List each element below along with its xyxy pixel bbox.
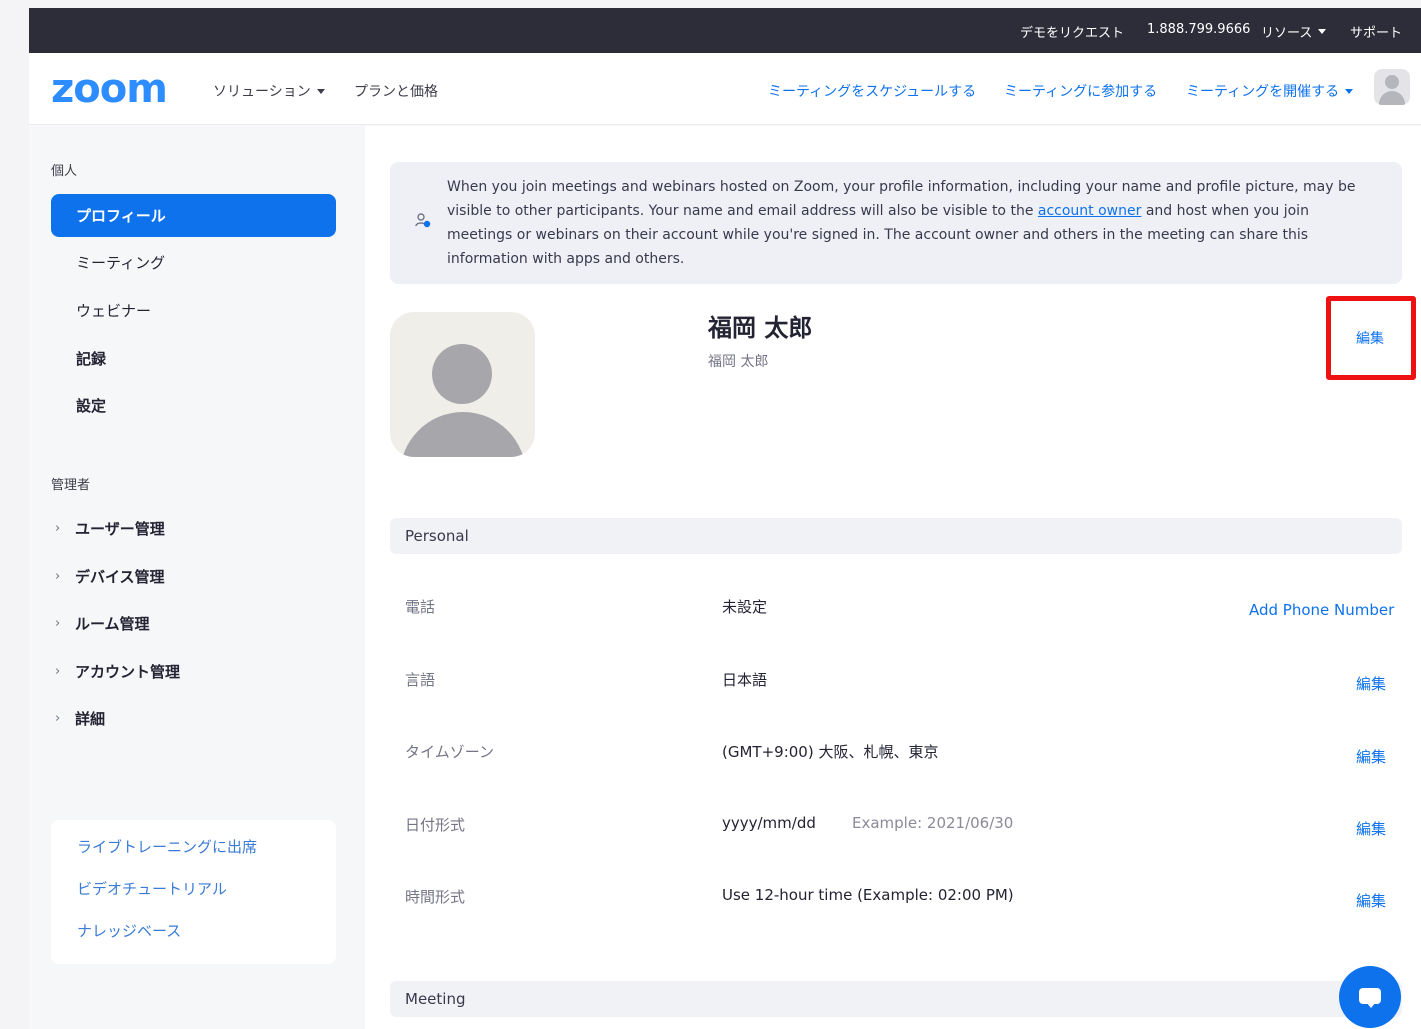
participants-icon — [415, 213, 431, 228]
join-meeting-link[interactable]: ミーティングに参加する — [1004, 81, 1157, 101]
sidebar-item-label: 詳細 — [75, 710, 106, 728]
chat-bubble-tail — [1366, 1002, 1376, 1008]
host-meeting-menu[interactable]: ミーティングを開催する — [1186, 81, 1354, 101]
sidebar-item-room-management[interactable]: › ルーム管理 — [55, 613, 150, 634]
support-link[interactable]: サポート — [1350, 22, 1402, 41]
profile-head-shape — [432, 344, 492, 404]
top-utility-bar: デモをリクエスト 1.888.799.9666 リソース サポート — [29, 8, 1421, 53]
sales-phone-link[interactable]: 1.888.799.9666 — [1147, 22, 1250, 37]
sidebar-item-recordings[interactable]: 記録 — [51, 337, 336, 380]
date-format-label: 日付形式 — [405, 816, 466, 834]
sidebar-item-user-management[interactable]: › ユーザー管理 — [55, 518, 165, 539]
sidebar-item-device-management[interactable]: › デバイス管理 — [55, 566, 165, 587]
caret-down-icon — [316, 88, 325, 94]
zoom-logo[interactable]: zoom — [51, 69, 168, 109]
profile-body-shape — [400, 412, 526, 457]
timezone-label: タイムゾーン — [405, 743, 494, 761]
help-links-panel: ライブトレーニングに出席 ビデオチュートリアル ナレッジベース — [51, 820, 336, 964]
resources-menu[interactable]: リソース — [1261, 22, 1327, 41]
live-training-link[interactable]: ライブトレーニングに出席 — [77, 836, 257, 857]
caret-down-icon — [1318, 29, 1327, 34]
time-format-value: Use 12-hour time (Example: 02:00 PM) — [722, 886, 1014, 904]
sidebar-item-profile[interactable]: プロフィール — [51, 194, 336, 237]
chevron-right-icon: › — [55, 521, 61, 536]
host-meeting-label: ミーティングを開催する — [1186, 84, 1340, 100]
browser-page: デモをリクエスト 1.888.799.9666 リソース サポート zoom ソ… — [29, 8, 1421, 1029]
sidebar-item-label: ルーム管理 — [75, 615, 150, 633]
edit-timezone-button[interactable]: 編集 — [1356, 746, 1386, 767]
admin-section-label: 管理者 — [51, 478, 91, 493]
edit-time-format-button[interactable]: 編集 — [1356, 890, 1386, 911]
language-label: 言語 — [405, 671, 436, 689]
profile-display-name: 福岡 太郎 — [708, 314, 813, 342]
sidebar-item-label: デバイス管理 — [75, 568, 165, 586]
chevron-right-icon: › — [55, 616, 61, 631]
edit-language-button[interactable]: 編集 — [1356, 673, 1386, 694]
caret-down-icon — [1345, 88, 1354, 94]
avatar-body-shape — [1379, 91, 1405, 105]
privacy-notice: When you join meetings and webinars host… — [390, 162, 1402, 284]
schedule-meeting-link[interactable]: ミーティングをスケジュールする — [768, 81, 976, 101]
phone-value: 未設定 — [722, 598, 768, 616]
chevron-right-icon: › — [55, 569, 61, 584]
sidebar-item-settings[interactable]: 設定 — [51, 384, 336, 427]
edit-date-format-button[interactable]: 編集 — [1356, 818, 1386, 839]
time-format-label: 時間形式 — [405, 888, 466, 906]
request-demo-link[interactable]: デモをリクエスト — [1020, 22, 1124, 41]
main-header: zoom ソリューション プランと価格 ミーティングをスケジュールする ミーティ… — [29, 53, 1421, 125]
solutions-menu[interactable]: ソリューション — [213, 81, 325, 101]
chevron-right-icon: › — [55, 711, 61, 726]
sidebar-item-webinars[interactable]: ウェビナー — [51, 289, 336, 332]
date-format-example: Example: 2021/06/30 — [852, 814, 1014, 832]
language-value: 日本語 — [722, 671, 768, 689]
chat-support-button[interactable] — [1339, 966, 1401, 1028]
sidebar-item-meetings[interactable]: ミーティング — [51, 241, 336, 284]
meeting-section-header: Meeting — [390, 981, 1402, 1017]
resources-label: リソース — [1261, 26, 1313, 41]
account-owner-link[interactable]: account owner — [1038, 203, 1141, 219]
timezone-value: (GMT+9:00) 大阪、札幌、東京 — [722, 743, 939, 761]
profile-content: When you join meetings and webinars host… — [365, 126, 1421, 1029]
personal-section-label: 個人 — [51, 164, 78, 179]
profile-sub-name: 福岡 太郎 — [708, 354, 769, 370]
avatar-head-shape — [1385, 75, 1399, 89]
sidebar-item-label: アカウント管理 — [75, 663, 181, 681]
knowledge-base-link[interactable]: ナレッジベース — [77, 920, 181, 941]
personal-section-header: Personal — [390, 518, 1402, 554]
solutions-label: ソリューション — [213, 84, 311, 100]
video-tutorials-link[interactable]: ビデオチュートリアル — [77, 878, 227, 899]
sidebar-item-label: ユーザー管理 — [75, 520, 165, 538]
highlight-annotation-box — [1326, 296, 1416, 380]
user-avatar[interactable] — [1374, 69, 1410, 105]
sidebar-item-account-management[interactable]: › アカウント管理 — [55, 661, 180, 682]
left-sidebar: 個人 プロフィール ミーティング ウェビナー 記録 設定 管理者 › ユーザー管… — [29, 126, 365, 1029]
add-phone-number-button[interactable]: Add Phone Number — [1249, 601, 1394, 619]
plans-pricing-link[interactable]: プランと価格 — [354, 81, 438, 101]
chevron-right-icon: › — [55, 664, 61, 679]
sidebar-item-advanced[interactable]: › 詳細 — [55, 708, 105, 729]
phone-label: 電話 — [405, 598, 436, 616]
profile-picture[interactable] — [390, 312, 535, 457]
date-format-value: yyyy/mm/dd — [722, 814, 816, 832]
privacy-notice-text: When you join meetings and webinars host… — [447, 175, 1377, 271]
